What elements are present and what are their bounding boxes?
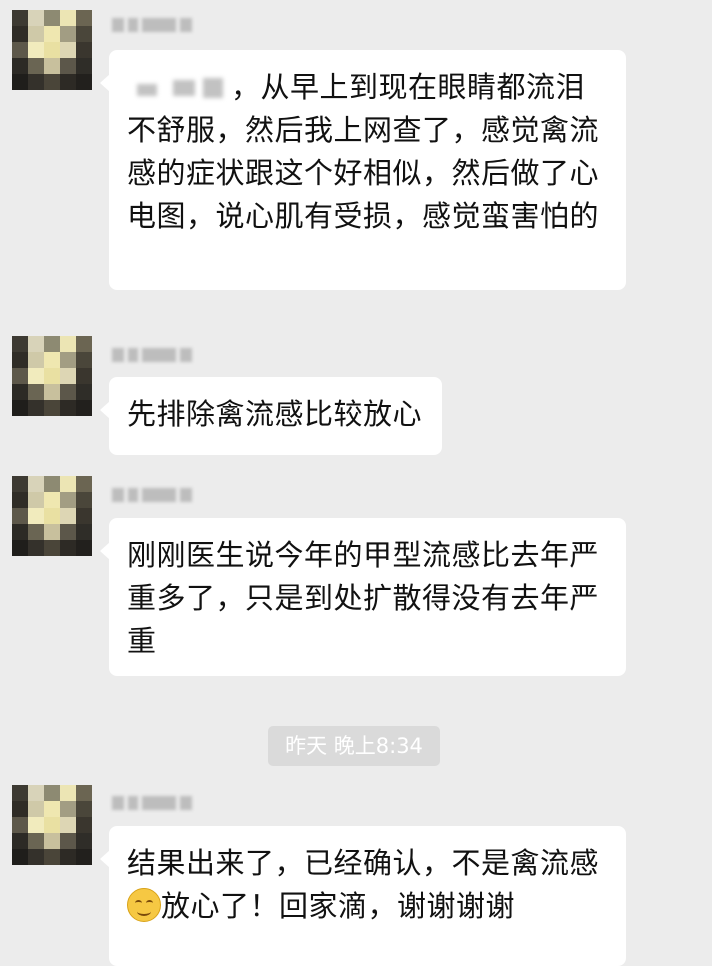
message-text: 结果出来了，已经确认，不是禽流感: [127, 846, 600, 880]
sender-name-blurred: [112, 484, 192, 506]
avatar-icon[interactable]: [12, 336, 92, 416]
message-bubble[interactable]: 先排除禽流感比较放心: [99, 377, 443, 455]
avatar-icon[interactable]: [12, 785, 92, 865]
message-bubble[interactable]: ，从早上到现在眼睛都流泪不舒服，然后我上网查了，感觉禽流感的症状跟这个好相似，然…: [100, 50, 626, 290]
sender-name-blurred: [112, 344, 192, 366]
sender-name-blurred: [112, 14, 192, 36]
time-divider: 昨天 晚上8:34: [268, 726, 440, 766]
message-bubble[interactable]: 刚刚医生说今年的甲型流感比去年严重多了，只是到处扩散得没有去年严重: [100, 518, 626, 676]
message-bubble[interactable]: 结果出来了，已经确认，不是禽流感放心了！回家滴，谢谢谢谢: [100, 826, 626, 966]
message-text: 刚刚医生说今年的甲型流感比去年严重多了，只是到处扩散得没有去年严重: [127, 538, 600, 658]
mention-blurred: [127, 74, 231, 104]
message-text-continued: 放心了！回家滴，谢谢谢谢: [161, 889, 516, 923]
message-text: 先排除禽流感比较放心: [127, 397, 423, 431]
sender-name-blurred: [112, 792, 192, 814]
avatar-icon[interactable]: [12, 476, 92, 556]
smile-emoji-icon: [127, 888, 161, 922]
avatar-icon[interactable]: [12, 10, 92, 90]
